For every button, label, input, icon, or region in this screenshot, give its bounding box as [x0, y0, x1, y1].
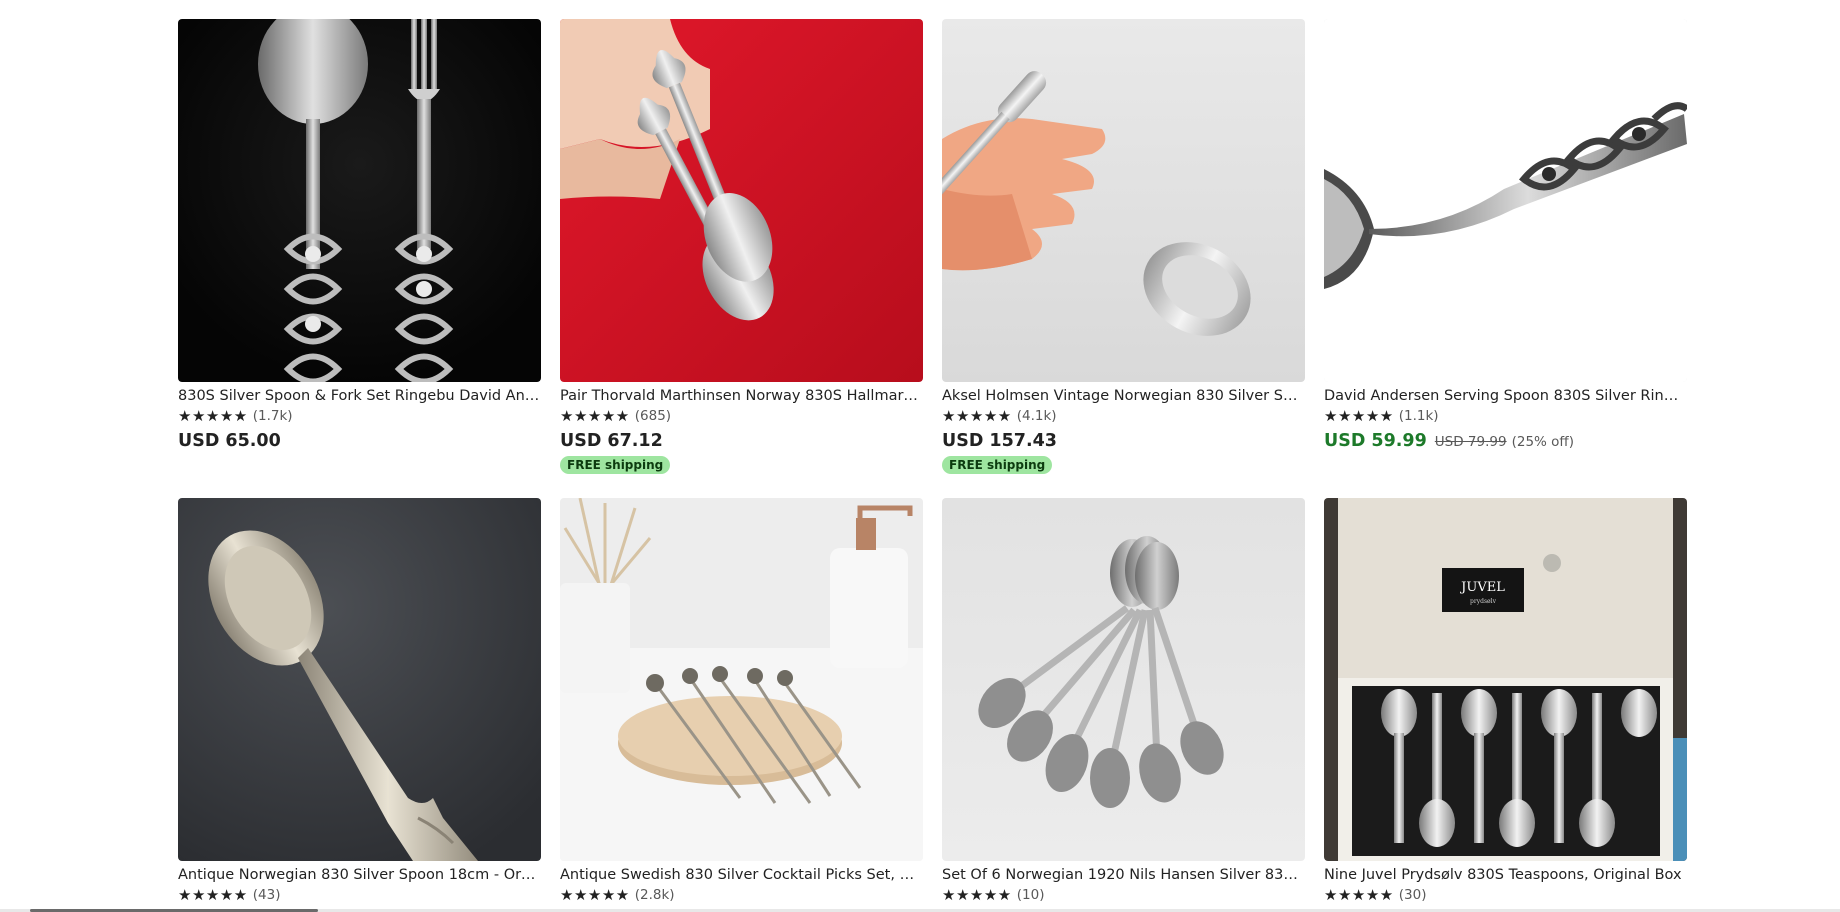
listing-card[interactable]: Aksel Holmsen Vintage Norwegian 830 Silv…: [942, 19, 1305, 474]
star-rating-icon: ★★★★★: [178, 886, 248, 904]
review-count: (30): [1398, 887, 1427, 903]
listing-title[interactable]: 830S Silver Spoon & Fork Set Ringebu Dav…: [178, 387, 541, 405]
spoon-hand-photo: [942, 19, 1305, 382]
listing-image[interactable]: [560, 498, 923, 861]
listing-card[interactable]: Antique Swedish 830 Silver Cocktail Pick…: [560, 498, 923, 904]
star-rating-icon: ★★★★★: [942, 886, 1012, 904]
listing-image[interactable]: [942, 19, 1305, 382]
box-brand-sublabel: prydsølv: [1470, 598, 1497, 605]
sale-price: USD 59.99: [1324, 431, 1427, 451]
listing-title[interactable]: Aksel Holmsen Vintage Norwegian 830 Silv…: [942, 387, 1305, 405]
listing-title[interactable]: Set Of 6 Norwegian 1920 Nils Hansen Silv…: [942, 866, 1305, 884]
review-count: (2.8k): [634, 887, 675, 903]
listing-title[interactable]: Nine Juvel Prydsølv 830S Teaspoons, Orig…: [1324, 866, 1687, 884]
antique-spoon-photo: [178, 498, 541, 861]
star-rating-icon: ★★★★★: [1324, 407, 1394, 425]
review-count: (685): [634, 408, 672, 424]
star-rating-icon: ★★★★★: [178, 407, 248, 425]
spoons-red-cloth-photo: [560, 19, 923, 382]
boxed-teaspoons-photo: JUVEL prydsølv: [1324, 498, 1687, 861]
listing-title[interactable]: Antique Swedish 830 Silver Cocktail Pick…: [560, 866, 923, 884]
listing-card[interactable]: Pair Thorvald Marthinsen Norway 830S Hal…: [560, 19, 923, 474]
review-count: (1.7k): [252, 408, 293, 424]
listing-image[interactable]: [178, 498, 541, 861]
listing-title[interactable]: David Andersen Serving Spoon 830S Silver…: [1324, 387, 1687, 405]
rating: ★★★★★ (43): [178, 887, 541, 904]
listing-image[interactable]: JUVEL prydsølv: [1324, 498, 1687, 861]
review-count: (1.1k): [1398, 408, 1439, 424]
listing-image[interactable]: [1324, 19, 1687, 382]
price-row: USD 67.12: [560, 431, 923, 451]
rating: ★★★★★ (10): [942, 887, 1305, 904]
box-brand-label: JUVEL: [1459, 580, 1505, 595]
rating: ★★★★★ (30): [1324, 887, 1687, 904]
listing-card[interactable]: Antique Norwegian 830 Silver Spoon 18cm …: [178, 498, 541, 904]
price-row: USD 59.99 USD 79.99 (25% off): [1324, 431, 1687, 451]
star-rating-icon: ★★★★★: [942, 407, 1012, 425]
listing-image[interactable]: [560, 19, 923, 382]
free-shipping-badge: FREE shipping: [560, 456, 671, 474]
rating: ★★★★★ (685): [560, 408, 923, 425]
listing-card[interactable]: JUVEL prydsølv Nine Juvel Prydsølv 830S …: [1324, 498, 1687, 904]
listing-image[interactable]: [178, 19, 541, 382]
star-rating-icon: ★★★★★: [560, 886, 630, 904]
rating: ★★★★★ (2.8k): [560, 887, 923, 904]
listing-card[interactable]: David Andersen Serving Spoon 830S Silver…: [1324, 19, 1687, 474]
spoon-fork-photo: [178, 19, 541, 382]
price: USD 157.43: [942, 431, 1057, 451]
listing-image[interactable]: [942, 498, 1305, 861]
free-shipping-badge: FREE shipping: [942, 456, 1053, 474]
listing-title[interactable]: Pair Thorvald Marthinsen Norway 830S Hal…: [560, 387, 923, 405]
star-rating-icon: ★★★★★: [560, 407, 630, 425]
review-count: (43): [252, 887, 281, 903]
price-row: USD 65.00: [178, 431, 541, 451]
review-count: (10): [1016, 887, 1045, 903]
listing-card[interactable]: Set Of 6 Norwegian 1920 Nils Hansen Silv…: [942, 498, 1305, 904]
price-row: USD 157.43: [942, 431, 1305, 451]
review-count: (4.1k): [1016, 408, 1057, 424]
six-spoons-photo: [942, 498, 1305, 861]
discount-label: (25% off): [1511, 434, 1574, 450]
original-price: USD 79.99: [1434, 434, 1507, 450]
listing-grid: 830S Silver Spoon & Fork Set Ringebu Dav…: [178, 19, 1688, 904]
listing-card[interactable]: 830S Silver Spoon & Fork Set Ringebu Dav…: [178, 19, 541, 474]
rating: ★★★★★ (4.1k): [942, 408, 1305, 425]
serving-spoon-photo: [1324, 19, 1687, 382]
listing-title[interactable]: Antique Norwegian 830 Silver Spoon 18cm …: [178, 866, 541, 884]
rating: ★★★★★ (1.1k): [1324, 408, 1687, 425]
star-rating-icon: ★★★★★: [1324, 886, 1394, 904]
rating: ★★★★★ (1.7k): [178, 408, 541, 425]
price: USD 65.00: [178, 431, 281, 451]
price: USD 67.12: [560, 431, 663, 451]
cocktail-picks-photo: [560, 498, 923, 861]
